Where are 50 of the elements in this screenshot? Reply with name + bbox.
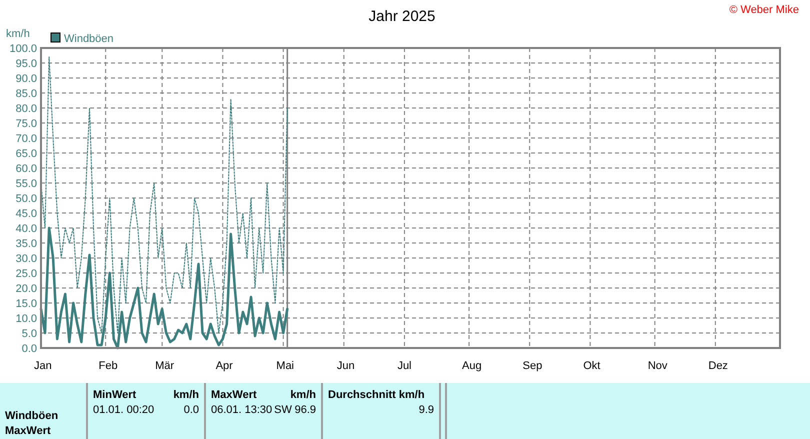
- y-tick-label: 45.0: [16, 208, 37, 220]
- y-tick-label: 50.0: [16, 193, 37, 205]
- row-label: Windböen: [5, 410, 60, 422]
- unit-label: km/h: [290, 389, 316, 401]
- y-tick-label: 60.0: [16, 163, 37, 175]
- unit-label: km/h: [173, 389, 199, 401]
- y-tick-label: 30.0: [16, 253, 37, 265]
- y-tick-label: 55.0: [16, 178, 37, 190]
- value-text: 96.9: [294, 404, 316, 416]
- value-text: 9.9: [418, 404, 434, 416]
- y-tick-label: 25.0: [16, 268, 37, 280]
- y-tick-label: 0.0: [22, 343, 37, 355]
- value-text: 0.0: [184, 404, 199, 416]
- x-tick-label: Apr: [216, 360, 233, 372]
- y-tick-label: 85.0: [16, 88, 37, 100]
- y-tick-label: 75.0: [16, 118, 37, 130]
- x-tick-label: Aug: [462, 360, 482, 372]
- column-header: MinWert: [93, 389, 136, 401]
- legend-label: Windböen: [64, 33, 114, 45]
- y-tick-label: 20.0: [16, 283, 37, 295]
- x-tick-label: Sep: [522, 360, 542, 372]
- date-time: 01.01. 00:20: [93, 404, 154, 416]
- y-tick-label: 95.0: [16, 58, 37, 70]
- x-tick-label: Mär: [155, 360, 174, 372]
- y-tick-label: 40.0: [16, 223, 37, 235]
- y-tick-label: 90.0: [16, 73, 37, 85]
- x-tick-label: Jul: [397, 360, 412, 372]
- row-label: MaxWert: [5, 425, 52, 437]
- y-tick-label: 65.0: [16, 148, 37, 160]
- x-tick-label: Jan: [34, 360, 52, 372]
- y-tick-label: 100.0: [9, 43, 37, 55]
- x-tick-label: Jun: [336, 360, 355, 372]
- chart-title: Jahr 2025: [368, 8, 436, 25]
- x-tick-label: Nov: [648, 360, 668, 372]
- date-time: 06.01. 13:30: [211, 404, 272, 416]
- y-tick-label: 70.0: [16, 133, 37, 145]
- x-tick-label: Mai: [276, 360, 294, 372]
- y-tick-label: 35.0: [16, 238, 37, 250]
- y-tick-label: 10.0: [16, 313, 37, 325]
- column-header: MaxWert: [211, 389, 257, 401]
- wind-direction: SW: [274, 404, 292, 416]
- y-axis-unit: km/h: [6, 28, 30, 40]
- copyright-text: © Weber Mike: [729, 4, 799, 16]
- y-tick-label: 5.0: [22, 328, 37, 340]
- x-tick-label: Okt: [583, 360, 600, 372]
- y-tick-label: 15.0: [16, 298, 37, 310]
- x-tick-label: Dez: [708, 360, 728, 372]
- x-tick-label: Feb: [98, 360, 118, 372]
- column-header: Durchschnitt km/h: [328, 389, 425, 401]
- y-tick-label: 80.0: [16, 103, 37, 115]
